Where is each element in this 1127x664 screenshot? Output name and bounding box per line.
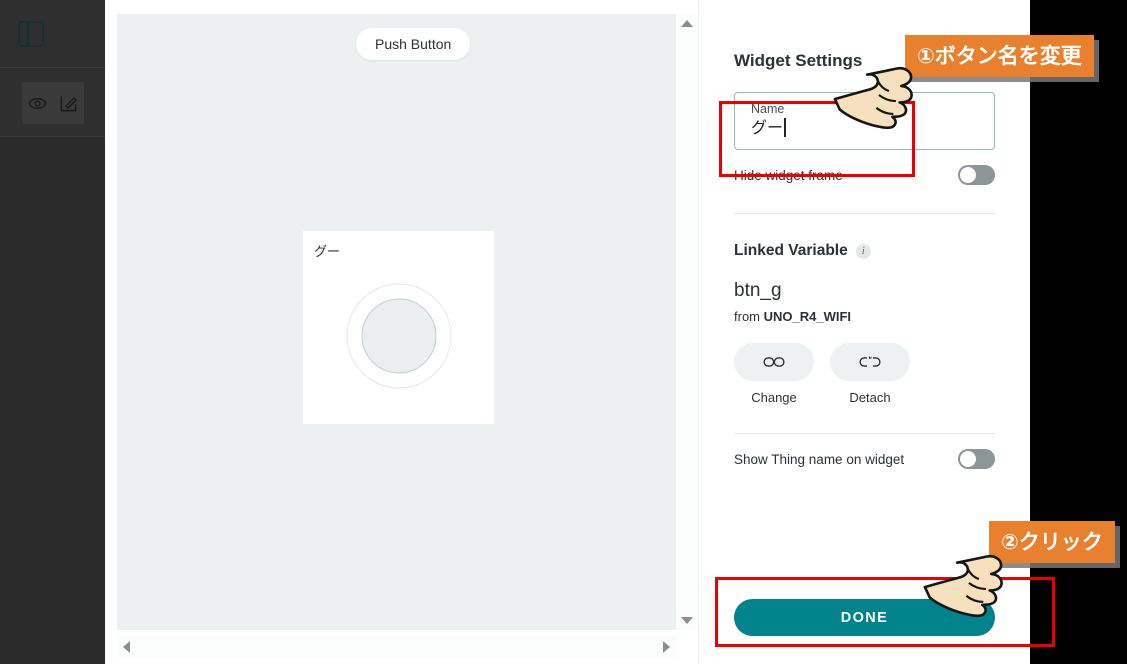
linked-variable-title: Linked Variable — [734, 242, 848, 259]
sidebar-tool-group — [22, 82, 84, 124]
hide-widget-frame-row: Hide widget frame — [734, 165, 995, 185]
broken-link-icon — [859, 356, 881, 367]
widget-settings-panel: Widget Settings Name グー Hide widget fram… — [698, 0, 1030, 664]
eye-icon — [28, 97, 47, 109]
annotation-step-2: ②クリック — [989, 521, 1115, 563]
edit-button[interactable] — [57, 91, 81, 115]
dashboard-canvas[interactable]: Push Button グー — [117, 14, 676, 630]
settings-divider-1 — [734, 213, 995, 214]
settings-divider-2 — [734, 433, 995, 434]
detach-button[interactable] — [830, 343, 910, 381]
push-button-pill[interactable]: Push Button — [356, 28, 471, 60]
left-sidebar — [0, 0, 105, 664]
canvas-wrapper: Push Button グー — [105, 0, 698, 664]
change-action: Change — [734, 343, 814, 405]
hide-widget-frame-label: Hide widget frame — [734, 167, 843, 183]
linked-variable-actions: Change Detach — [734, 343, 995, 405]
sidebar-body — [0, 136, 105, 664]
hide-widget-frame-toggle[interactable] — [958, 165, 995, 185]
info-icon[interactable]: i — [855, 243, 871, 259]
link-icon — [763, 357, 785, 367]
preview-button[interactable] — [26, 91, 50, 115]
vertical-scrollbar[interactable] — [676, 14, 698, 630]
push-button-widget[interactable]: グー — [303, 231, 494, 424]
text-caret — [784, 118, 786, 137]
show-thing-name-label: Show Thing name on widget — [734, 451, 905, 467]
widget-button-ring — [346, 283, 451, 389]
done-button[interactable]: DONE — [734, 599, 995, 636]
show-thing-name-toggle[interactable] — [958, 449, 995, 469]
name-input-label: Name — [751, 102, 785, 116]
from-thing-name: UNO_R4_WIFI — [763, 309, 852, 324]
panel-layout-icon[interactable] — [18, 20, 44, 47]
change-label: Change — [751, 390, 797, 405]
detach-action: Detach — [830, 343, 910, 405]
scroll-left-arrow-icon[interactable] — [123, 641, 130, 653]
scroll-down-arrow-icon[interactable] — [681, 617, 693, 624]
linked-variable-header: Linked Variable i — [734, 242, 995, 260]
linked-variable-name: btn_g — [734, 280, 782, 301]
edit-pencil-icon — [60, 95, 78, 111]
name-input[interactable]: Name グー — [734, 92, 995, 150]
toggle-knob — [960, 167, 976, 183]
widget-button-core[interactable] — [361, 298, 436, 374]
annotation-step-1: ①ボタン名を変更 — [905, 35, 1094, 77]
app-window: Push Button グー Widget Settings Name グー H… — [0, 0, 1030, 664]
scroll-up-arrow-icon[interactable] — [681, 20, 693, 27]
name-input-text: グー — [751, 120, 784, 137]
name-input-value: グー — [751, 117, 786, 141]
from-prefix: from — [734, 309, 760, 324]
widget-label: グー — [314, 244, 341, 259]
sidebar-header — [0, 0, 105, 68]
horizontal-scrollbar[interactable] — [117, 636, 676, 658]
change-button[interactable] — [734, 343, 814, 381]
toggle-knob — [960, 451, 976, 467]
linked-variable-source: from UNO_R4_WIFI — [734, 309, 995, 324]
show-thing-name-row: Show Thing name on widget — [734, 449, 995, 469]
scroll-right-arrow-icon[interactable] — [663, 641, 670, 653]
detach-label: Detach — [849, 390, 891, 405]
